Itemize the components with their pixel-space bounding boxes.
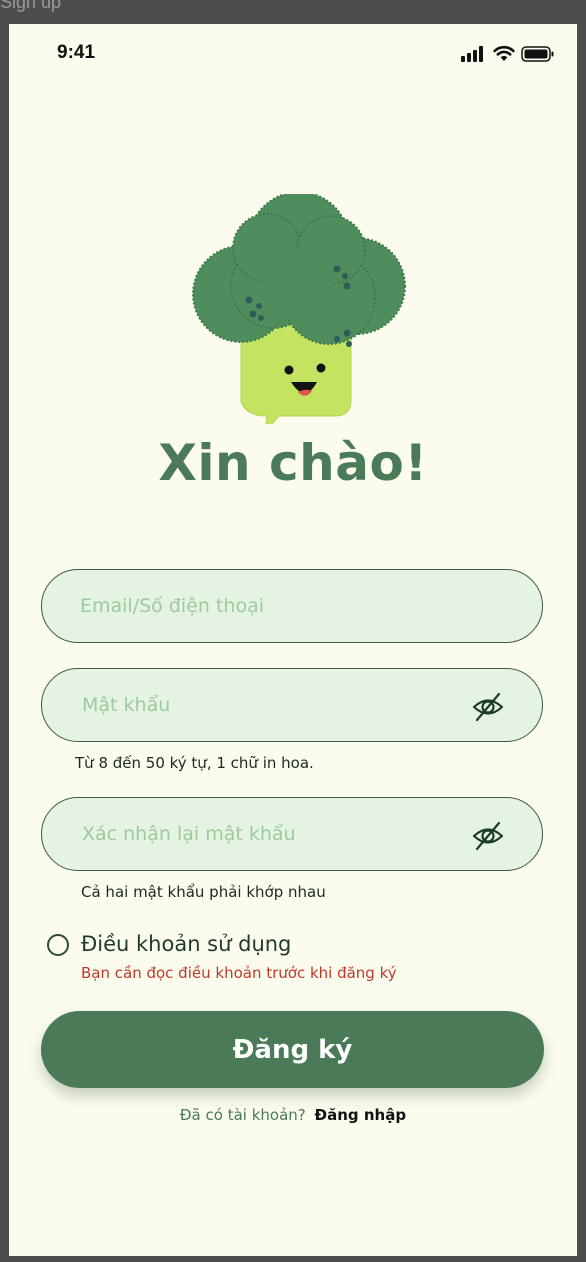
terms-label[interactable]: Điều khoản sử dụng [81, 932, 291, 956]
status-bar: 9:41 [9, 24, 577, 84]
wifi-icon [493, 46, 515, 61]
status-icons [461, 46, 555, 62]
confirm-password-input[interactable] [82, 823, 462, 845]
password-field[interactable] [41, 668, 543, 742]
confirm-password-field[interactable] [41, 797, 543, 871]
login-prompt: Đã có tài khoản? [179, 1106, 306, 1124]
eye-off-icon[interactable] [472, 691, 504, 723]
password-input[interactable] [82, 694, 462, 716]
frame-title: Sign up [0, 0, 62, 12]
email-field[interactable] [41, 569, 543, 643]
battery-icon [521, 46, 554, 62]
login-link[interactable]: Đăng nhập [315, 1106, 407, 1124]
phone-screen: 9:41 Xin chào! Email/Số điện thoại Từ 8 … [9, 24, 577, 1256]
signup-button[interactable]: Đăng ký [41, 1011, 544, 1088]
terms-error-text: Bạn cần đọc điều khoản trước khi đăng ký [81, 964, 397, 982]
terms-checkbox[interactable] [47, 934, 69, 956]
confirm-password-hint: Cả hai mật khẩu phải khớp nhau [81, 883, 326, 901]
greeting-title: Xin chào! [158, 434, 428, 492]
password-hint: Từ 8 đến 50 ký tự, 1 chữ in hoa. [75, 754, 314, 772]
signal-icon [461, 46, 483, 62]
status-time: 9:41 [57, 42, 96, 63]
email-input[interactable] [80, 595, 460, 617]
login-row: Đã có tài khoản? Đăng nhập [9, 1106, 577, 1124]
eye-off-icon[interactable] [472, 820, 504, 852]
broccoli-mascot-icon [181, 191, 411, 434]
